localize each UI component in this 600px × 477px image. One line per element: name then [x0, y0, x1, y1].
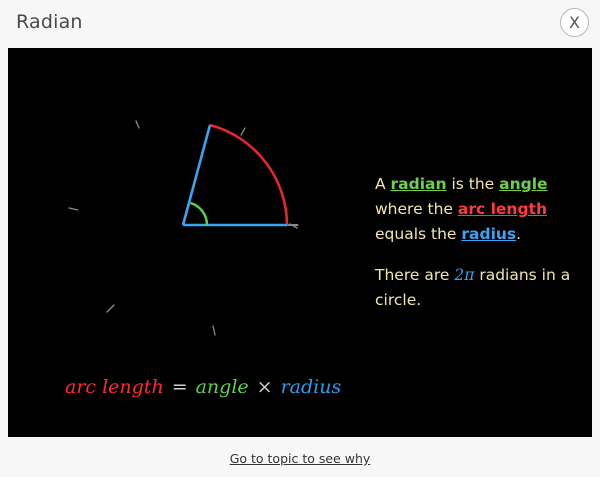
radius-line-slanted — [181, 124, 212, 226]
equals-sign: = — [171, 376, 188, 398]
two-pi-symbol: 2π — [454, 266, 475, 284]
formula: arc length = angle × radius — [65, 376, 341, 398]
formula-radius: radius — [280, 376, 342, 398]
times-sign: × — [256, 376, 273, 398]
arc-length-link[interactable]: arc length — [458, 200, 547, 218]
diagram-panel: A radian is the angle where the arc leng… — [8, 48, 592, 437]
formula-arc-length: arc length — [65, 376, 164, 398]
definition-sentence: A radian is the angle where the arc leng… — [375, 175, 548, 243]
circle-tick — [68, 207, 79, 211]
formula-angle: angle — [195, 376, 249, 398]
circle-tick — [106, 304, 115, 313]
angle-marker — [190, 201, 209, 226]
circle-sentence: There are 2π radians in a circle. — [375, 266, 571, 309]
circle-tick — [212, 325, 216, 336]
angle-link[interactable]: angle — [499, 175, 547, 193]
circle-tick — [240, 127, 246, 136]
radius-link[interactable]: radius — [461, 225, 516, 243]
explanation-text: A radian is the angle where the arc leng… — [375, 172, 590, 329]
go-to-topic-link[interactable]: Go to topic to see why — [0, 451, 600, 466]
close-button[interactable]: X — [560, 8, 589, 37]
circle-tick — [135, 120, 140, 129]
dialog-title: Radian — [16, 11, 83, 33]
arc-length-arc — [209, 123, 289, 226]
radian-link[interactable]: radian — [391, 175, 447, 193]
